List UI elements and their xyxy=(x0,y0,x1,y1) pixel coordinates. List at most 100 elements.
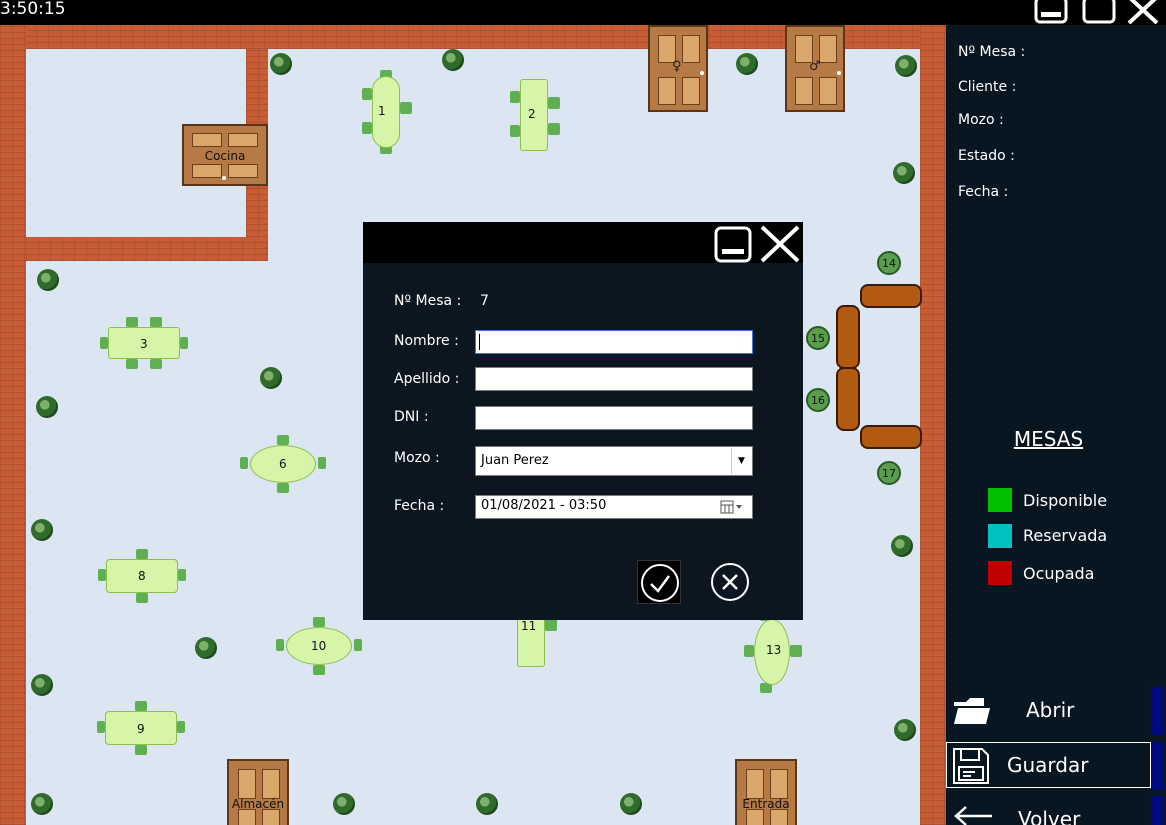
mozo-select-value: Juan Perez xyxy=(481,453,549,468)
chevron-down-icon[interactable]: ▼ xyxy=(731,448,751,474)
plant-icon xyxy=(620,793,642,815)
table-8[interactable]: 8 xyxy=(98,549,186,605)
bar-seat-14[interactable]: 14 xyxy=(877,251,901,275)
bar-bench-top xyxy=(860,284,922,308)
bar-bench-left-lower xyxy=(836,367,860,431)
fecha-label: Fecha : xyxy=(394,498,445,514)
reservation-dialog: Nº Mesa : 7 Nombre : Apellido : DNI : Mo… xyxy=(363,222,803,620)
info-estado-label: Estado : xyxy=(958,148,1015,164)
back-button-accent xyxy=(1151,796,1163,825)
table-number: 3 xyxy=(140,337,148,351)
bar-seat-15[interactable]: 15 xyxy=(806,326,830,350)
info-cliente-label: Cliente : xyxy=(958,79,1017,95)
legend-swatch-reservada xyxy=(988,524,1012,548)
minimize-icon xyxy=(1034,0,1068,24)
plant-icon xyxy=(442,49,464,71)
table-1[interactable]: 1 xyxy=(358,70,414,154)
door-restroom-male[interactable]: ♂ xyxy=(785,25,845,112)
dialog-header xyxy=(363,222,803,263)
table-13[interactable]: 13 xyxy=(744,611,802,693)
legend-label-reservada: Reservada xyxy=(1023,526,1108,545)
plant-icon xyxy=(260,367,282,389)
table-11[interactable]: 11 xyxy=(503,613,559,669)
legend-title: MESAS xyxy=(1013,427,1084,451)
mozo-select[interactable]: Juan Perez ▼ xyxy=(475,446,753,476)
dialog-close-button[interactable] xyxy=(759,225,801,265)
mozo-label: Mozo : xyxy=(394,450,440,466)
fecha-picker-value: 01/08/2021 - 03:50 xyxy=(481,498,607,513)
open-button-accent xyxy=(1151,687,1163,735)
door-entrance[interactable]: Entrada xyxy=(735,759,797,825)
save-button-accent xyxy=(1151,742,1163,790)
bar-seat-16[interactable]: 16 xyxy=(806,388,830,412)
info-fecha-label: Fecha : xyxy=(958,184,1009,200)
maximize-icon xyxy=(1082,0,1116,24)
legend-swatch-disponible xyxy=(988,488,1012,512)
table-number: 6 xyxy=(279,457,287,471)
floppy-disk-icon xyxy=(953,748,989,784)
table-number: 9 xyxy=(137,722,145,736)
plant-icon xyxy=(31,793,53,815)
plant-icon xyxy=(893,162,915,184)
plant-icon xyxy=(270,53,292,75)
dialog-mesa-value: 7 xyxy=(480,293,489,309)
table-9[interactable]: 9 xyxy=(97,701,185,757)
plant-icon xyxy=(895,55,917,77)
door-kitchen[interactable]: Cocina xyxy=(182,124,268,186)
plant-icon xyxy=(333,793,355,815)
cancel-button[interactable] xyxy=(708,560,752,604)
open-button[interactable]: Abrir xyxy=(946,688,1151,734)
door-storage[interactable]: Almacén xyxy=(227,759,289,825)
table-10[interactable]: 10 xyxy=(276,617,362,675)
plant-icon xyxy=(31,674,53,696)
wall-right xyxy=(920,25,946,825)
close-icon xyxy=(760,225,800,263)
x-circle-icon xyxy=(711,563,749,601)
dialog-minimize-button[interactable] xyxy=(713,225,755,265)
save-button[interactable]: Guardar xyxy=(946,742,1151,788)
side-panel: Nº Mesa : Cliente : Mozo : Estado : Fech… xyxy=(946,25,1166,825)
table-number: 2 xyxy=(528,107,536,121)
table-number: 10 xyxy=(311,639,327,653)
plant-icon xyxy=(195,637,217,659)
wall-left xyxy=(0,25,26,825)
open-button-label: Abrir xyxy=(1026,698,1075,722)
close-button[interactable] xyxy=(1126,0,1160,25)
table-6[interactable]: 6 xyxy=(240,435,326,493)
clock: 3:50:15 xyxy=(0,0,66,19)
table-2[interactable]: 2 xyxy=(506,73,562,157)
legend-label-ocupada: Ocupada xyxy=(1023,564,1095,583)
text-caret xyxy=(479,334,480,350)
plant-icon xyxy=(736,53,758,75)
check-circle-icon xyxy=(641,564,679,602)
dni-input[interactable] xyxy=(475,406,753,430)
folder-icon xyxy=(954,698,990,724)
minimize-button[interactable] xyxy=(1034,0,1068,24)
info-mozo-label: Mozo : xyxy=(958,112,1004,128)
fecha-picker[interactable]: 01/08/2021 - 03:50 xyxy=(475,495,753,519)
dialog-mesa-label: Nº Mesa : xyxy=(394,293,462,309)
nombre-input[interactable] xyxy=(475,330,753,354)
title-bar: 3:50:15 xyxy=(0,0,1166,25)
plant-icon xyxy=(31,519,53,541)
confirm-button[interactable] xyxy=(637,560,681,604)
info-mesa-label: Nº Mesa : xyxy=(958,44,1026,60)
nombre-label: Nombre : xyxy=(394,333,459,349)
back-button[interactable]: Volver xyxy=(946,795,1151,825)
legend-label-disponible: Disponible xyxy=(1023,491,1108,510)
calendar-icon[interactable] xyxy=(720,500,746,514)
plant-icon xyxy=(36,396,58,418)
bar-seat-17[interactable]: 17 xyxy=(877,461,901,485)
bar-bench-left-upper xyxy=(836,305,860,369)
legend-swatch-ocupada xyxy=(988,561,1012,585)
minimize-icon xyxy=(714,226,752,263)
apellido-input[interactable] xyxy=(475,367,753,391)
male-icon: ♂ xyxy=(809,59,821,74)
dni-label: DNI : xyxy=(394,409,429,425)
door-restroom-female[interactable]: ♀ xyxy=(648,25,708,112)
table-3[interactable]: 3 xyxy=(100,317,188,371)
table-number: 8 xyxy=(138,569,146,583)
maximize-button[interactable] xyxy=(1082,0,1116,24)
door-label-storage: Almacén xyxy=(231,797,285,811)
plant-icon xyxy=(37,269,59,291)
